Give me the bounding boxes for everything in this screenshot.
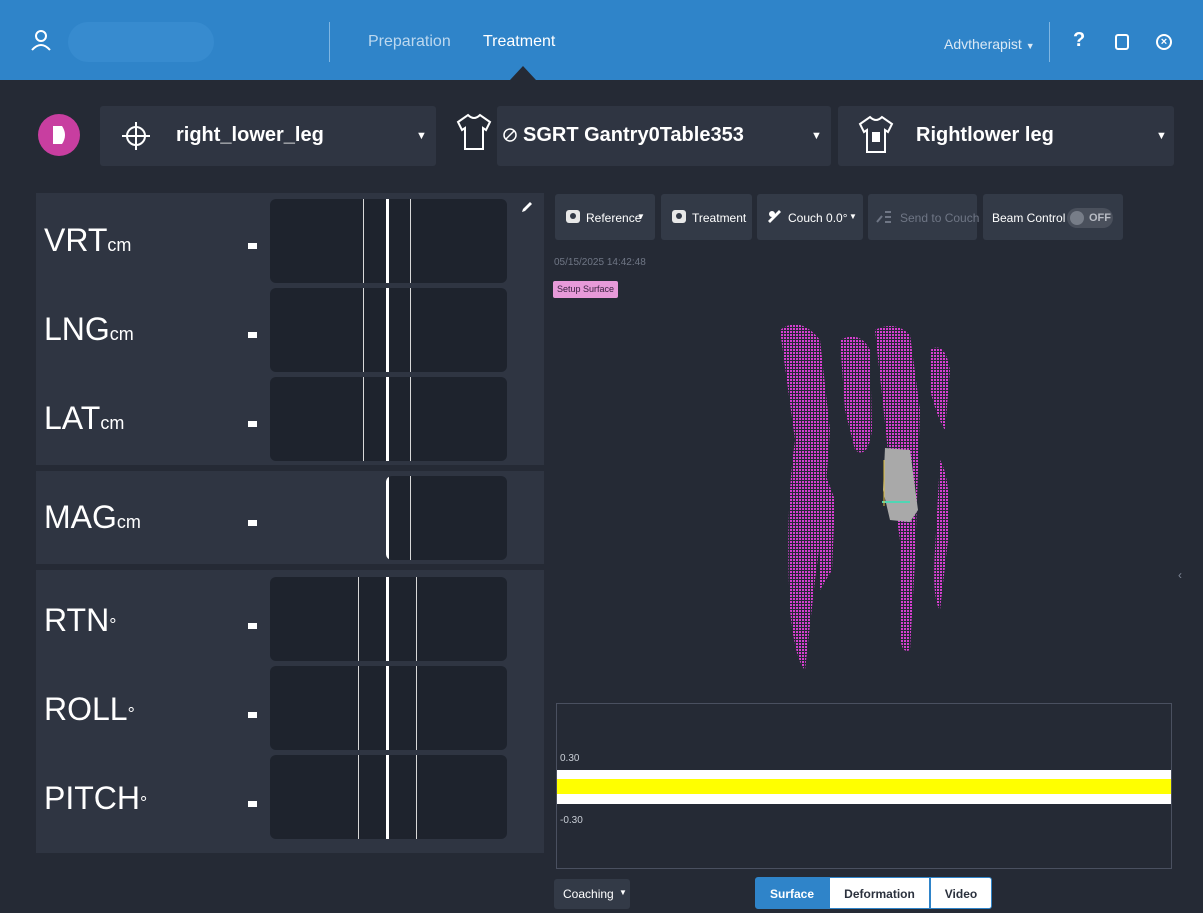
blocked-icon — [503, 128, 517, 142]
metric-vrt-indicator — [270, 199, 507, 283]
body-region-icon — [858, 115, 894, 153]
metric-lat-label: LATcm — [44, 400, 125, 436]
deviation-chart: 0.30 -0.30 — [556, 703, 1172, 869]
tab-surface[interactable]: Surface — [755, 877, 829, 909]
chevron-down-icon: ▼ — [619, 888, 627, 897]
deviation-band — [557, 779, 1171, 794]
close-circle-icon[interactable]: × — [1156, 34, 1172, 50]
metric-pitch-label: PITCH° — [44, 780, 148, 816]
beam-control-label: Beam Control — [992, 211, 1066, 225]
user-menu-label: Advtherapist — [944, 36, 1022, 52]
metric-roll-value — [248, 712, 257, 718]
treatment-label: Treatment — [692, 211, 747, 225]
chevron-down-icon: ▼ — [637, 212, 645, 221]
metric-pitch-indicator — [270, 755, 507, 839]
chevron-left-icon[interactable]: ‹ — [1178, 568, 1182, 582]
body-outline-icon — [456, 113, 492, 150]
y-tick-label: 0.30 — [560, 753, 580, 764]
plan-label: SGRT Gantry0Table353 — [523, 124, 744, 146]
camera-icon — [566, 210, 580, 223]
reference-label: Reference — [586, 211, 642, 225]
tab-video[interactable]: Video — [930, 877, 992, 909]
metric-roll-label: ROLL° — [44, 691, 135, 727]
top-bar: Preparation Treatment Advtherapist ▼ ? × — [0, 0, 1203, 80]
metric-mag-label: MAGcm — [44, 499, 141, 535]
divider — [329, 22, 330, 62]
couch-label: Couch 0.0° — [788, 211, 848, 225]
user-icon[interactable] — [26, 25, 56, 55]
metric-lat-value — [248, 421, 257, 427]
user-menu[interactable]: Advtherapist ▼ — [944, 36, 1035, 52]
region-label: Rightlower leg — [916, 124, 1054, 146]
reference-dropdown[interactable]: Reference ▼ — [555, 194, 655, 240]
metric-lng-value — [248, 332, 257, 338]
surface-3d-view[interactable] — [760, 310, 1000, 680]
metric-mag-indicator — [386, 476, 507, 560]
target-label: right_lower_leg — [176, 124, 324, 146]
metric-vrt-label: VRTcm — [44, 222, 132, 258]
send-to-couch-button[interactable]: Send to Couch — [868, 194, 980, 240]
region-selector[interactable]: Rightlower leg ▼ — [838, 106, 1174, 166]
divider — [1049, 22, 1050, 62]
tab-preparation[interactable]: Preparation — [368, 33, 451, 51]
metric-lat-indicator — [270, 377, 507, 461]
send-to-couch-label: Send to Couch — [900, 211, 980, 225]
chevron-down-icon: ▼ — [416, 130, 427, 142]
metric-lng-label: LNGcm — [44, 311, 134, 347]
coaching-label: Coaching — [563, 887, 614, 901]
metric-rtn-value — [248, 623, 257, 629]
setup-surface-badge: Setup Surface — [553, 281, 619, 298]
metrics-panel: VRTcm LNGcm LATcm MAGcm RTN° ROLL° PITCH… — [36, 193, 544, 853]
coaching-dropdown[interactable]: Coaching ▼ — [554, 879, 630, 909]
chevron-down-icon: ▼ — [1025, 41, 1035, 51]
tab-deformation[interactable]: Deformation — [829, 877, 930, 909]
camera-icon — [672, 210, 686, 223]
couch-icon — [768, 210, 781, 223]
metric-vrt-value — [248, 243, 257, 249]
chevron-down-icon: ▼ — [1156, 130, 1167, 142]
metric-rtn-indicator — [270, 577, 507, 661]
beam-state: OFF — [1089, 212, 1111, 224]
play-icon — [53, 126, 65, 144]
play-button[interactable] — [38, 114, 80, 156]
help-button[interactable]: ? — [1073, 29, 1085, 52]
metric-rtn-label: RTN° — [44, 602, 117, 638]
metric-pitch-value — [248, 801, 257, 807]
y-tick-label: -0.30 — [560, 815, 583, 826]
metric-mag-value — [248, 520, 257, 526]
send-icon — [876, 211, 891, 223]
pencil-icon[interactable] — [520, 200, 534, 214]
tablet-icon[interactable] — [1115, 34, 1129, 50]
couch-dropdown[interactable]: Couch 0.0° ▼ — [757, 194, 863, 240]
user-name-blurred — [68, 22, 214, 62]
plan-selector[interactable]: SGRT Gantry0Table353 ▼ — [497, 106, 831, 166]
beam-control-toggle[interactable]: OFF — [1067, 208, 1113, 228]
metric-lng-indicator — [270, 288, 507, 372]
toggle-knob — [1070, 211, 1084, 225]
treatment-capture-button[interactable]: Treatment — [661, 194, 752, 240]
tab-treatment[interactable]: Treatment — [483, 33, 555, 51]
active-tab-indicator — [510, 66, 536, 80]
crosshair-icon — [122, 122, 150, 150]
chevron-down-icon: ▼ — [849, 212, 857, 221]
metric-roll-indicator — [270, 666, 507, 750]
target-selector[interactable]: right_lower_leg ▼ — [100, 106, 436, 166]
chevron-down-icon: ▼ — [811, 130, 822, 142]
beam-control: Beam Control OFF — [983, 194, 1123, 240]
capture-timestamp: 05/15/2025 14:42:48 — [554, 257, 646, 268]
